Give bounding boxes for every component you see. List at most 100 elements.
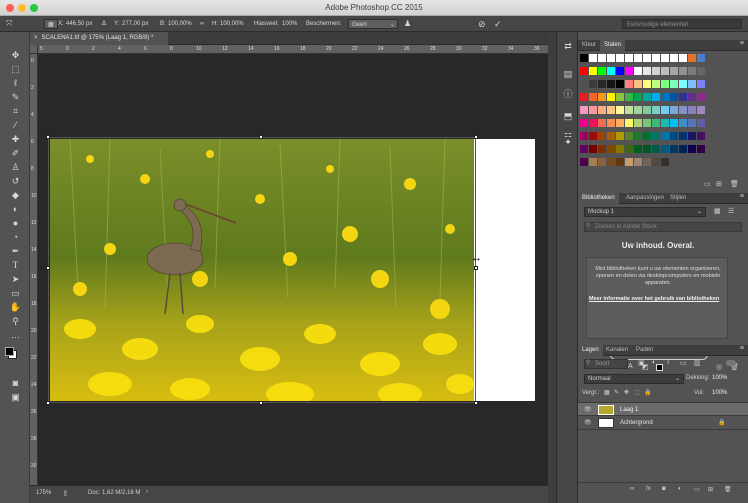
new-swatch-folder-icon[interactable]: ▭ xyxy=(704,180,711,188)
color-swatch[interactable] xyxy=(670,119,678,127)
dodge-tool-icon[interactable]: ◔ xyxy=(9,232,22,243)
color-swatch[interactable] xyxy=(643,158,651,166)
color-swatch[interactable] xyxy=(598,93,606,101)
color-swatch[interactable] xyxy=(598,145,606,153)
foreground-color-swatch[interactable] xyxy=(5,347,14,356)
color-swatch[interactable] xyxy=(625,54,633,62)
color-swatch[interactable] xyxy=(616,106,624,114)
chevron-right-icon[interactable]: › xyxy=(146,489,148,495)
ruler-corner[interactable] xyxy=(30,45,38,54)
color-swatch[interactable] xyxy=(697,93,705,101)
color-swatch[interactable] xyxy=(661,132,669,140)
panel-menu-icon[interactable]: ≡ xyxy=(740,345,744,352)
color-swatch[interactable] xyxy=(616,132,624,140)
color-swatch[interactable] xyxy=(688,54,696,62)
library-select[interactable]: Mockup 1 ⌄ xyxy=(584,207,706,217)
layer-row-laag-1[interactable]: 👁 Laag 1 xyxy=(578,402,748,416)
color-swatch[interactable] xyxy=(697,67,705,75)
color-swatch[interactable] xyxy=(616,54,624,62)
color-swatch[interactable] xyxy=(625,106,633,114)
color-swatch[interactable] xyxy=(679,132,687,140)
color-swatch[interactable] xyxy=(634,145,642,153)
color-swatch[interactable] xyxy=(670,93,678,101)
quick-mask-icon[interactable]: ◙ xyxy=(9,378,22,389)
color-swatch[interactable] xyxy=(625,158,633,166)
vertical-ruler[interactable]: 0 2 4 6 8 10 12 14 16 18 20 22 24 26 28 30 xyxy=(30,54,38,485)
screen-mode-icon[interactable]: ▣ xyxy=(9,392,22,403)
color-swatch[interactable] xyxy=(661,145,669,153)
opacity-field[interactable]: 100% xyxy=(712,375,727,381)
color-swatch[interactable] xyxy=(661,119,669,127)
color-swatch[interactable] xyxy=(625,93,633,101)
filter-shape-icon[interactable]: ▭ xyxy=(680,359,687,367)
new-swatch-icon[interactable]: ⊞ xyxy=(716,180,722,188)
color-swatch[interactable] xyxy=(607,67,615,75)
history-brush-tool-icon[interactable]: ↺ xyxy=(9,176,22,187)
y-field[interactable]: 277,00 px xyxy=(122,19,148,29)
history-panel-icon[interactable]: ⇄ xyxy=(562,40,574,52)
color-swatch[interactable] xyxy=(598,80,606,88)
vertical-scrollbar[interactable] xyxy=(548,32,556,503)
delete-layer-icon[interactable]: 🗑 xyxy=(724,486,732,493)
color-swatch[interactable] xyxy=(598,67,606,75)
new-layer-icon[interactable]: ⊞ xyxy=(708,486,713,493)
color-swatch[interactable] xyxy=(688,80,696,88)
link-layers-icon[interactable]: ∞ xyxy=(630,486,634,492)
color-swatch[interactable] xyxy=(616,80,624,88)
type-tool-icon[interactable]: T xyxy=(9,260,22,271)
color-swatch[interactable] xyxy=(688,119,696,127)
lock-pixels-icon[interactable]: ✎ xyxy=(614,389,619,396)
panel-menu-icon[interactable]: ≡ xyxy=(740,193,744,200)
lasso-tool-icon[interactable]: ℓ xyxy=(9,78,22,89)
warp-field[interactable]: 100% xyxy=(282,19,297,29)
color-swatch[interactable] xyxy=(634,54,642,62)
color-swatch[interactable] xyxy=(688,145,696,153)
crop-tool-icon[interactable]: ⌗ xyxy=(9,106,22,117)
color-swatch[interactable] xyxy=(580,145,588,153)
color-swatch[interactable] xyxy=(697,119,705,127)
color-swatch[interactable] xyxy=(625,67,633,75)
reference-point-icon[interactable]: ▦ xyxy=(44,19,58,29)
color-swatch[interactable] xyxy=(670,67,678,75)
color-swatch[interactable] xyxy=(634,158,642,166)
color-swatch[interactable] xyxy=(679,54,687,62)
filter-type-icon[interactable]: T xyxy=(666,359,670,366)
color-swatch[interactable] xyxy=(661,93,669,101)
layer-filter-select[interactable]: Soort xyxy=(584,359,628,369)
color-swatch[interactable] xyxy=(652,80,660,88)
filter-smart-object-icon[interactable]: ▥ xyxy=(694,359,701,367)
color-swatch[interactable] xyxy=(607,119,615,127)
color-swatch[interactable] xyxy=(589,93,597,101)
color-swatch[interactable] xyxy=(688,106,696,114)
close-tab-icon[interactable]: × xyxy=(34,35,38,41)
layer-style-icon[interactable]: fx xyxy=(646,486,651,492)
visibility-eye-icon[interactable]: 👁 xyxy=(584,416,592,430)
width-field[interactable]: 100,00% xyxy=(168,19,192,29)
color-swatch[interactable] xyxy=(652,93,660,101)
color-swatch[interactable] xyxy=(679,67,687,75)
color-swatch[interactable] xyxy=(580,119,588,127)
color-swatch[interactable] xyxy=(679,93,687,101)
search-input[interactable]: Eenvoudige elementen xyxy=(622,19,742,29)
color-swatch[interactable] xyxy=(661,54,669,62)
delete-swatch-icon[interactable]: 🗑 xyxy=(730,180,739,188)
color-swatch[interactable] xyxy=(607,54,615,62)
zoom-tool-icon[interactable]: ⚲ xyxy=(9,316,22,327)
commit-transform-icon[interactable]: ✓ xyxy=(494,19,502,29)
color-swatch[interactable] xyxy=(652,158,660,166)
path-select-tool-icon[interactable]: ➤ xyxy=(9,274,22,285)
color-swatch[interactable] xyxy=(634,106,642,114)
color-swatch[interactable] xyxy=(679,80,687,88)
color-swatch[interactable] xyxy=(670,54,678,62)
color-swatch[interactable] xyxy=(589,106,597,114)
color-swatch[interactable] xyxy=(625,119,633,127)
blend-mode-select[interactable]: Normaal ⌄ xyxy=(584,374,684,384)
color-swatch[interactable] xyxy=(589,80,597,88)
color-swatch[interactable] xyxy=(589,132,597,140)
color-swatch[interactable] xyxy=(634,80,642,88)
lock-transparency-icon[interactable]: ▦ xyxy=(604,389,610,396)
actions-panel-icon[interactable]: ⬒ xyxy=(562,110,574,122)
color-swatch[interactable] xyxy=(688,93,696,101)
link-icon[interactable]: ∞ xyxy=(200,19,204,29)
color-swatch[interactable] xyxy=(697,80,705,88)
